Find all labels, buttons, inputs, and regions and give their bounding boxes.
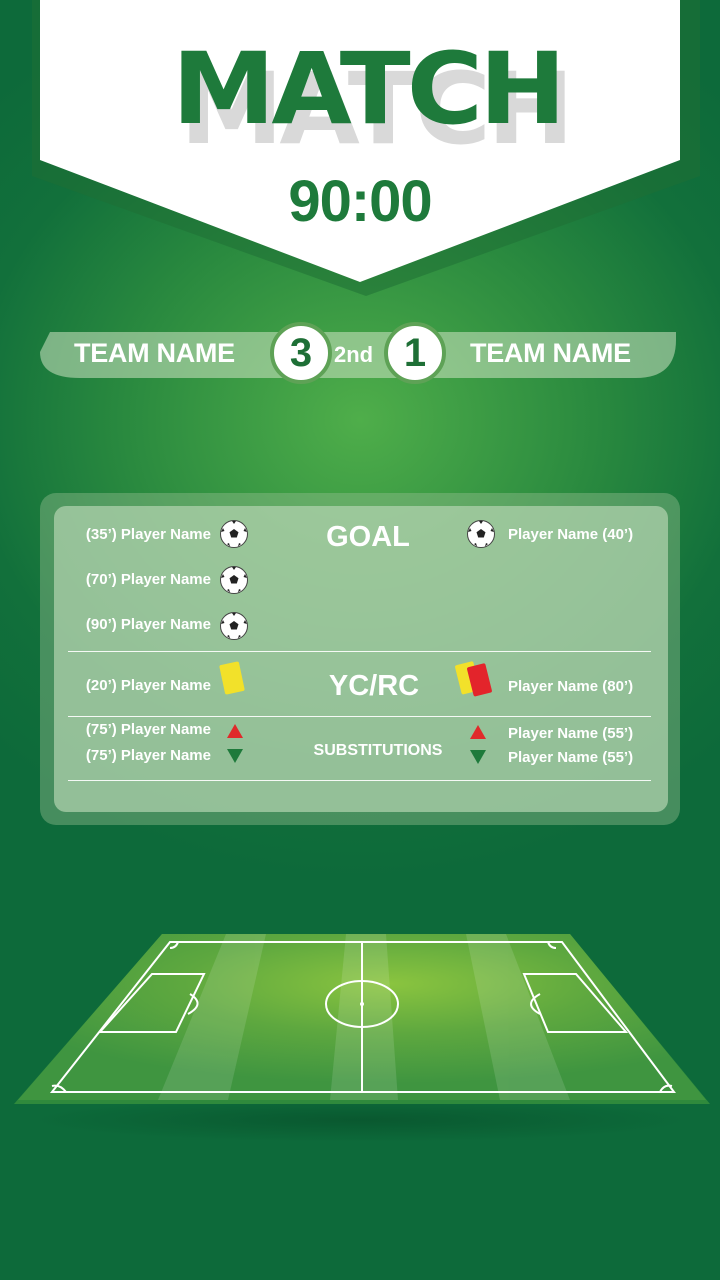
yellow-red-card-icon: [455, 661, 492, 697]
home-team-name: TEAM NAME: [74, 338, 235, 368]
substitutions-title: SUBSTITUTIONS: [313, 742, 443, 759]
sub-in-arrow-icon: [227, 724, 243, 738]
away-card-1: Player Name (80’): [508, 678, 634, 695]
match-title-text: MATCH: [171, 31, 566, 147]
sub-in-arrow-icon: [470, 725, 486, 739]
away-score: 1: [384, 322, 446, 384]
away-team-name: TEAM NAME: [470, 338, 631, 368]
sub-out-arrow-icon: [227, 749, 243, 763]
home-goal-1: (35’) Player Name: [85, 526, 211, 543]
home-goal-2: (70’) Player Name: [85, 571, 211, 588]
away-sub-in: Player Name (55’): [508, 725, 634, 742]
section-divider: [68, 716, 651, 717]
football-pitch: [14, 934, 710, 1142]
soccer-ball-icon: [220, 566, 248, 594]
home-goal-3: (90’) Player Name: [85, 616, 211, 633]
section-divider: [68, 651, 651, 652]
yellow-card-icon: [219, 661, 245, 695]
match-period: 2nd: [334, 342, 374, 367]
goals-title: GOAL: [326, 521, 410, 553]
home-sub-out: (75’) Player Name: [85, 747, 211, 764]
away-sub-out: Player Name (55’): [508, 749, 634, 766]
sub-out-arrow-icon: [470, 750, 486, 764]
soccer-ball-icon: [220, 612, 248, 640]
home-score: 3: [270, 322, 332, 384]
cards-title: YC/RC: [328, 670, 420, 702]
match-title: MATCH MATCH: [0, 28, 720, 167]
soccer-ball-icon: [467, 520, 495, 548]
away-goal-1: Player Name (40’): [508, 526, 634, 543]
home-sub-in: (75’) Player Name: [85, 721, 211, 738]
match-clock: 90:00: [288, 169, 432, 234]
section-divider: [68, 780, 651, 781]
soccer-ball-icon: [220, 520, 248, 548]
home-card-1: (20’) Player Name: [85, 677, 211, 694]
